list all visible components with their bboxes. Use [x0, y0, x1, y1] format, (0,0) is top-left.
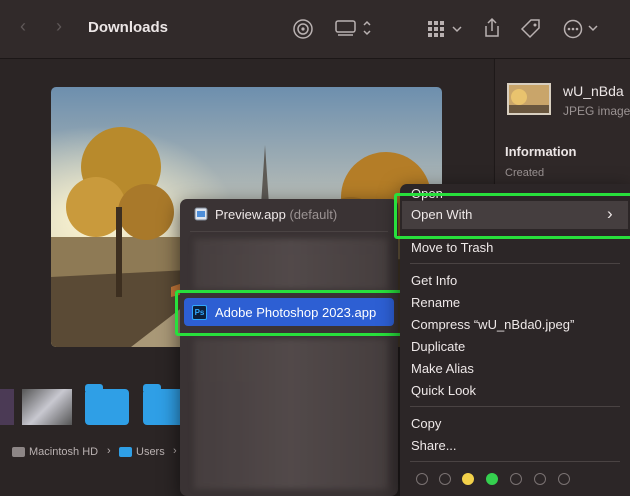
- group-by-icon[interactable]: [427, 20, 463, 38]
- menu-item-make-alias[interactable]: Make Alias: [411, 361, 474, 376]
- blurred-app-list: [194, 239, 388, 289]
- path-bar: Macintosh HD › Users ›: [0, 441, 190, 465]
- file-name: wU_nBda: [563, 83, 624, 99]
- separator: [410, 406, 620, 407]
- menu-item-compress[interactable]: Compress “wU_nBda0.jpeg”: [411, 317, 574, 332]
- menu-item-copy[interactable]: Copy: [411, 416, 441, 431]
- path-separator-icon: ›: [107, 445, 111, 457]
- back-chevron-icon[interactable]: ‹: [20, 16, 26, 37]
- thumbnail-partial[interactable]: [0, 389, 14, 425]
- separator: [410, 461, 620, 462]
- file-thumbnail: [507, 83, 551, 115]
- path-item-macintosh-hd[interactable]: Macintosh HD: [29, 446, 98, 458]
- menu-item-share[interactable]: Share...: [411, 438, 457, 453]
- path-item-users[interactable]: Users: [136, 446, 165, 458]
- tag-color-dot[interactable]: [510, 473, 522, 485]
- airdrop-icon[interactable]: [292, 18, 314, 40]
- highlight-outline: [175, 290, 407, 336]
- preview-app-name: Preview.app: [215, 207, 286, 222]
- folder-icon[interactable]: [85, 384, 129, 425]
- menu-item-move-to-trash[interactable]: Move to Trash: [411, 240, 493, 255]
- tag-color-dot[interactable]: [558, 473, 570, 485]
- menu-item-rename[interactable]: Rename: [411, 295, 460, 310]
- open-with-submenu: Preview.app (default): [180, 199, 398, 496]
- menu-item-quick-look[interactable]: Quick Look: [411, 383, 476, 398]
- preview-app-icon: [194, 207, 208, 221]
- highlight-outline: [394, 193, 630, 239]
- file-kind: JPEG image: [563, 104, 630, 118]
- separator: [410, 263, 620, 264]
- tag-color-dot[interactable]: [439, 473, 451, 485]
- menu-item-duplicate[interactable]: Duplicate: [411, 339, 465, 354]
- default-suffix: (default): [289, 207, 338, 222]
- forward-chevron-icon[interactable]: ›: [56, 16, 62, 37]
- share-icon[interactable]: [482, 17, 502, 39]
- blurred-app-list: [194, 339, 388, 489]
- view-options-icon[interactable]: [335, 19, 375, 39]
- information-heading: Information: [505, 144, 577, 159]
- submenu-item-preview[interactable]: Preview.app (default): [215, 207, 337, 222]
- path-separator-icon: ›: [173, 445, 177, 457]
- tag-color-green-dot[interactable]: [486, 473, 498, 485]
- finder-toolbar: ‹ › Downloads: [0, 0, 630, 59]
- tag-icon[interactable]: [520, 18, 542, 40]
- window-title: Downloads: [88, 19, 169, 36]
- menu-item-get-info[interactable]: Get Info: [411, 273, 457, 288]
- more-actions-icon[interactable]: [563, 18, 601, 40]
- thumbnail-image[interactable]: [22, 389, 72, 425]
- separator: [190, 231, 388, 232]
- disk-icon: [12, 447, 25, 457]
- folder-icon: [119, 447, 132, 457]
- tag-color-dot[interactable]: [416, 473, 428, 485]
- tag-color-yellow-dot[interactable]: [462, 473, 474, 485]
- created-label: Created: [505, 167, 545, 179]
- tag-color-dot[interactable]: [534, 473, 546, 485]
